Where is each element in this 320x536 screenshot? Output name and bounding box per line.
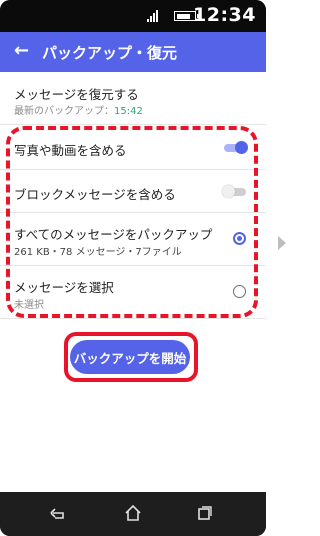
navigation-bar: [0, 492, 266, 536]
last-backup-info: 最新のバックアップ：15:42: [14, 102, 143, 117]
start-backup-button[interactable]: バックアップを開始: [70, 340, 190, 374]
last-backup-time: 15:42: [114, 106, 143, 117]
phone-frame: 12:34 ← パックアップ・復元 メッセージを復元する 最新のバックアップ：1…: [0, 0, 266, 536]
highlight-dashed-box: [6, 126, 258, 318]
status-bar: 12:34: [0, 0, 266, 32]
page-title: パックアップ・復元: [42, 44, 178, 62]
app-bar: ← パックアップ・復元: [0, 32, 266, 72]
signal-icon: [147, 10, 161, 22]
arrow-left-icon[interactable]: ←: [14, 41, 29, 61]
restore-messages-item[interactable]: メッセージを復元する 最新のバックアップ：15:42: [0, 72, 266, 124]
next-step-arrow-icon: [278, 236, 286, 250]
restore-title: メッセージを復元する: [14, 87, 139, 102]
back-icon[interactable]: [50, 505, 66, 521]
home-icon[interactable]: [124, 504, 142, 522]
status-time: 12:34: [193, 4, 256, 26]
last-backup-label: 最新のバックアップ：: [14, 106, 114, 117]
settings-list: メッセージを復元する 最新のバックアップ：15:42 写真や動画を含める ブロッ…: [0, 72, 266, 492]
recent-apps-icon[interactable]: [198, 506, 212, 520]
divider: [0, 318, 266, 319]
